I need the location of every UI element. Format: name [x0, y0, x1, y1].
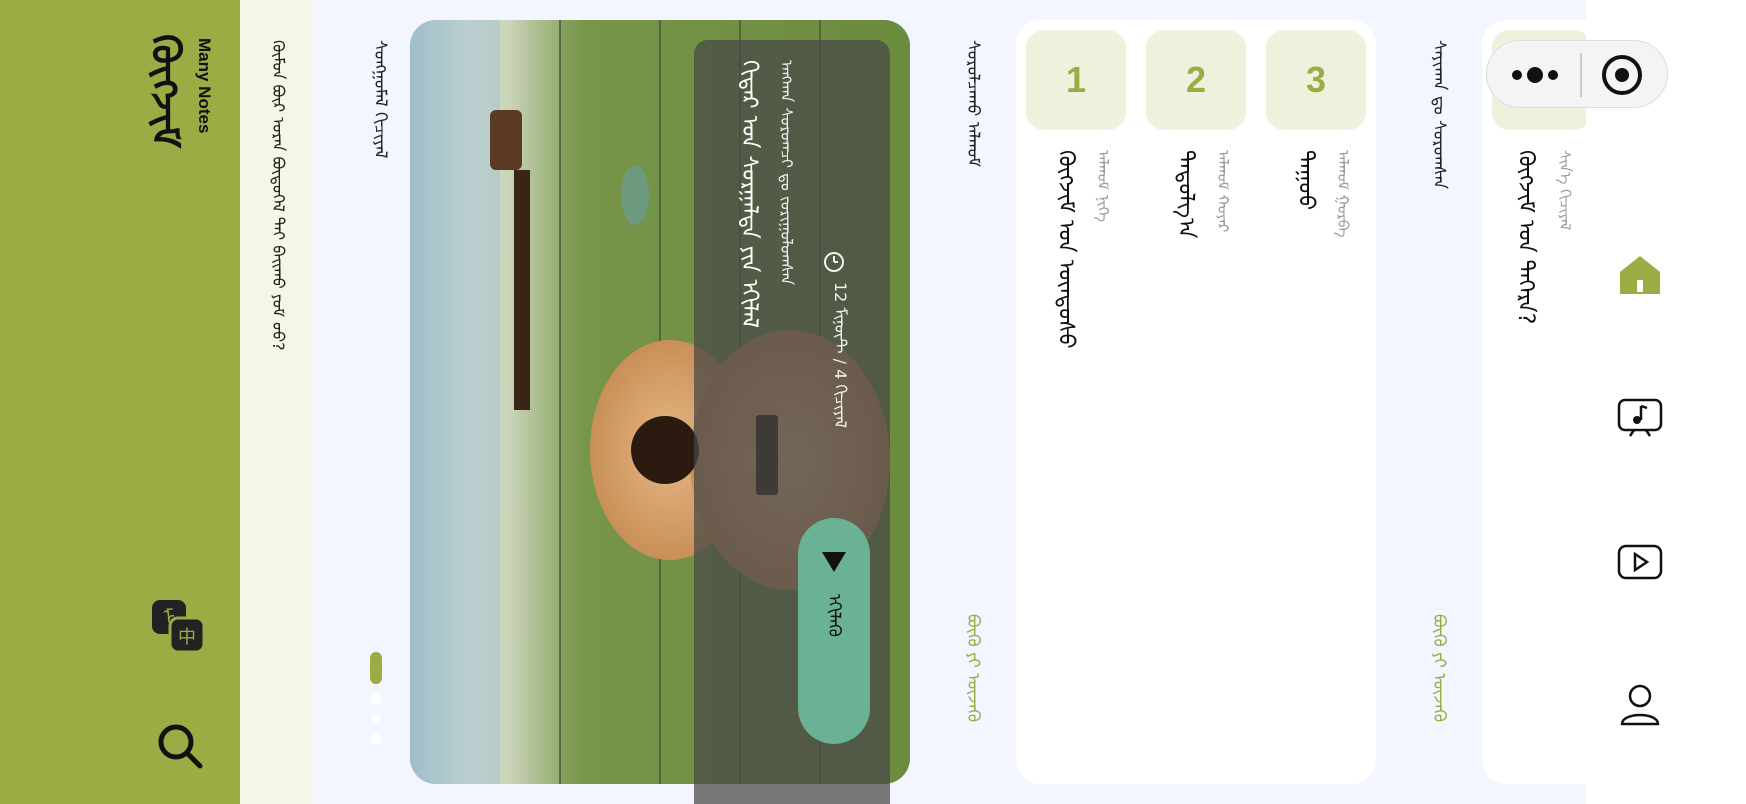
svg-text:中: 中 [178, 627, 196, 648]
music-icon[interactable] [1616, 394, 1664, 442]
mini-program-capsule[interactable] [1486, 40, 1668, 108]
steps-card [1016, 20, 1376, 784]
translate-icon[interactable]: ᠮ 中 [150, 598, 208, 656]
play-button[interactable]: ᠡᠬᠢᠯᠡᠬᠦ [798, 518, 870, 744]
play-icon [822, 552, 846, 572]
banner-title: ᠭᠢᠲᠠᠷ ᠤᠨ ᠰᠤᠷᠭᠠᠯᠲᠠ ᠶᠢᠨ ᠡᠬᠢᠯᠡᠯ [736, 60, 762, 328]
carousel-dot-active[interactable] [370, 652, 382, 684]
steps-see-all-link[interactable]: ᠪᠦᠬᠦ ᠶᠢ ᠦᠵᠡᠬᠦ [958, 614, 988, 722]
clock-icon [822, 250, 846, 274]
more-icon [1512, 70, 1522, 80]
step-sublabel: ᠠᠯᠬᠤᠮ ᠭᠤᠷᠪᠠ [1334, 150, 1352, 238]
carousel-dot[interactable] [371, 734, 381, 744]
step-label[interactable]: ᠬᠦᠭᠵᠢᠮ ᠤᠨ ᠦᠨᠳᠦᠰᠦ [1046, 150, 1084, 349]
banner-duration: 12 ᠮᠢᠨᠦ᠋ᠲ / 4 ᠬᠢᠴᠢᠶᠡᠯ [831, 282, 850, 429]
step-label[interactable]: ᠳᠠᠳᠤᠯᠭ᠎ᠠ [1166, 150, 1204, 238]
recent-item-sublabel: ᠰᠢᠨ᠎ᠡ ᠬᠢᠴᠢᠶᠡᠯ [1556, 150, 1574, 231]
featured-section-title: ᠰᠣᠩᠭᠣᠮᠠᠯ ᠬᠢᠴᠢᠶᠡᠯ [370, 40, 390, 159]
steps-heading: ᠰᠤᠷᠤᠯᠴᠠᠬᠤ ᠠᠯᠬᠤᠮ [963, 40, 983, 168]
carousel-dot[interactable] [371, 694, 381, 704]
tagline: ᠬᠦᠮᠦᠨ ᠪᠦᠷ ᠤᠷᠠᠨ ᠪᠦᠲᠦᠭᠡᠯ ᠲᠡᠢ ᠪᠠᠢᠬᠤ ᠶᠤᠮ ᠦᠦ? [269, 40, 288, 351]
search-icon[interactable] [152, 718, 206, 772]
step-number-badge: 3 [1266, 30, 1366, 130]
step-number-badge: 2 [1146, 30, 1246, 130]
side-nav [1586, 0, 1746, 804]
svg-text:ᠮ: ᠮ [163, 605, 175, 629]
app-title: ᠬᠥᠭᠵᠢᠮ [142, 34, 188, 149]
play-label: ᠡᠬᠢᠯᠡᠬᠦ [824, 594, 844, 637]
step-label[interactable]: ᠳᠠᠭᠤᠤ [1286, 150, 1324, 210]
banner-description: ᠠᠩᠬᠠᠨ ᠰᠤᠷᠤᠭᠴᠢ ᠳᠤ ᠵᠣᠷᠢᠭᠣᠯᠤᠭᠰᠠᠨ [777, 60, 796, 286]
step-sublabel: ᠠᠯᠬᠤᠮ ᠬᠣᠶᠠᠷ [1214, 150, 1232, 233]
recent-heading: ᠰᠠᠶᠢᠬᠠᠨ ᠳᠤ ᠰᠤᠷᠤᠭᠰᠠᠨ [1429, 40, 1449, 189]
video-icon[interactable] [1616, 538, 1664, 586]
recent-see-all-link[interactable]: ᠪᠦᠬᠦ ᠶᠢ ᠦᠵᠡᠬᠦ [1424, 614, 1454, 722]
step-sublabel: ᠠᠯᠬᠤᠮ ᠨᠢᠭᠡ [1094, 150, 1112, 223]
home-icon[interactable] [1616, 250, 1664, 298]
carousel-dot[interactable] [371, 714, 381, 724]
profile-icon[interactable] [1616, 680, 1664, 728]
recent-item-label[interactable]: ᠬᠥᠭᠵᠢᠮ ᠤᠨ ᠳᠡᠭᠡᠷᠡ? [1506, 150, 1544, 324]
app-subtitle: Many Notes [195, 38, 214, 134]
step-number-badge: 1 [1026, 30, 1126, 130]
